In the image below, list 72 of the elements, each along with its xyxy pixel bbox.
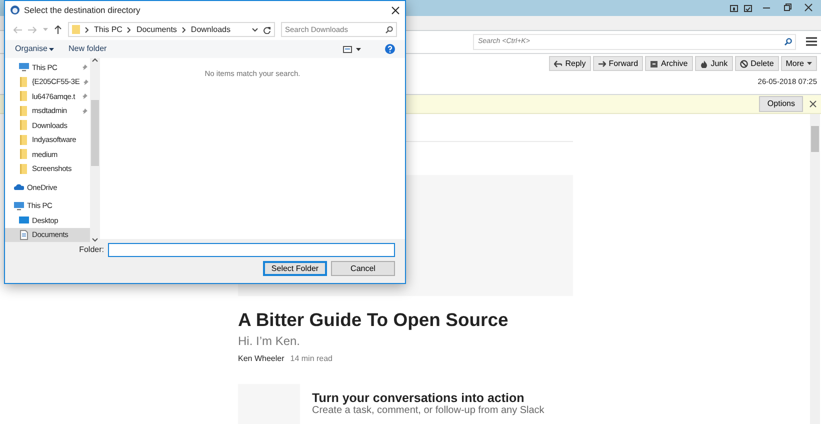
refresh-icon[interactable]	[263, 26, 271, 34]
pin-icon	[82, 78, 89, 85]
folder-icon	[19, 76, 29, 87]
folder-icon	[72, 25, 80, 34]
prohibited-icon	[740, 60, 748, 68]
folder-label: Folder:	[79, 244, 104, 256]
flame-icon	[700, 60, 708, 68]
pin-icon	[82, 108, 88, 114]
chevron-icon	[127, 26, 132, 32]
chevron-icon	[182, 26, 186, 32]
cloud-icon	[14, 182, 24, 192]
chevron-icon	[85, 26, 89, 32]
search-icon	[784, 38, 792, 46]
caret-icon	[49, 48, 54, 50]
archive-icon	[650, 60, 658, 68]
chevron-icon[interactable]	[92, 238, 98, 242]
dialog-title: Select the destination directory	[24, 4, 142, 16]
search-icon	[385, 26, 393, 34]
breadcrumb-item[interactable]: This PC	[94, 24, 122, 36]
caret-icon	[356, 48, 361, 50]
read-time: 14 min read	[290, 353, 332, 365]
new-folder-button[interactable]: New folder	[68, 43, 107, 55]
pin-icon	[82, 93, 88, 100]
reply-button[interactable]: Reply	[549, 56, 591, 72]
view-menu[interactable]	[343, 46, 361, 52]
chevron-icon[interactable]	[252, 28, 258, 32]
folder-icon	[19, 134, 29, 145]
calendar-icon[interactable]	[730, 4, 738, 12]
chevron-icon[interactable]	[92, 58, 98, 62]
desktop-icon	[19, 215, 29, 226]
folder-icon	[19, 106, 29, 116]
junk-button[interactable]: Junk	[694, 56, 733, 72]
promo-title: Turn your conversations into action	[312, 391, 526, 405]
close-icon[interactable]	[804, 3, 813, 12]
author-name[interactable]: Ken Wheeler	[238, 353, 284, 365]
options-button[interactable]: Options	[759, 96, 803, 112]
reply-icon	[554, 60, 562, 68]
breadcrumb-item[interactable]: Documents	[136, 24, 177, 36]
computer-icon	[19, 62, 29, 72]
folder-input[interactable]	[108, 243, 395, 257]
task-icon[interactable]	[744, 4, 752, 12]
folder-icon	[19, 91, 29, 102]
promo-text: Create a task, comment, or follow-up from any Slack	[312, 405, 544, 417]
close-icon[interactable]	[809, 100, 817, 108]
select-folder-button[interactable]: Select Folder	[263, 261, 327, 276]
view-icon	[343, 46, 352, 52]
arrow-icon	[598, 60, 606, 68]
address-bar[interactable]: This PC Documents Downloads	[68, 22, 275, 37]
folder-icon	[19, 164, 29, 174]
scrollbar[interactable]	[810, 114, 820, 424]
menu-icon[interactable]	[806, 37, 817, 46]
up-icon[interactable]	[54, 25, 62, 34]
scrollbar[interactable]	[90, 58, 100, 242]
caret-icon	[807, 62, 812, 66]
restore-icon[interactable]	[783, 3, 792, 12]
more-button[interactable]: More	[780, 56, 817, 72]
folder-icon	[19, 149, 29, 160]
breadcrumb-item[interactable]: Downloads	[190, 24, 230, 36]
organise-menu[interactable]: Organise	[15, 43, 54, 55]
app-icon	[10, 5, 20, 15]
document-icon	[19, 230, 29, 240]
folder-icon	[19, 120, 29, 130]
forward-button[interactable]: Forward	[592, 56, 644, 72]
pin-icon	[82, 64, 88, 70]
article-subtitle: Hi. I’m Ken.	[238, 334, 302, 348]
cancel-button[interactable]: Cancel	[331, 261, 395, 276]
help-icon[interactable]	[385, 44, 395, 54]
article-title: A Bitter Guide To Open Source	[238, 309, 510, 331]
computer-icon	[14, 200, 24, 211]
close-icon[interactable]	[391, 6, 400, 14]
archive-button[interactable]: Archive	[645, 56, 693, 72]
delete-button[interactable]: Delete	[734, 56, 779, 72]
